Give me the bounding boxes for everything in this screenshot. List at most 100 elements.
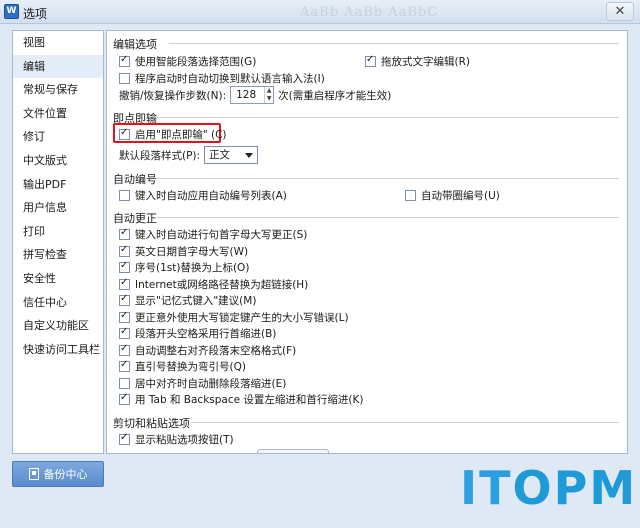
auto-correct-item[interactable]: Internet或网络路径替换为超链接(H) xyxy=(119,277,308,292)
auto-correct-checkbox[interactable] xyxy=(119,343,130,356)
section-title-edit: 编辑选项 xyxy=(113,38,157,51)
sidebar-item-chinese-layout[interactable]: 中文版式 xyxy=(13,149,103,173)
sidebar-item-user-info[interactable]: 用户信息 xyxy=(13,196,103,220)
auto-correct-label: 显示"记忆式键入"建议(M) xyxy=(135,295,257,307)
auto-correct-checkbox[interactable] xyxy=(119,293,130,306)
drag-text-option[interactable]: 拖放式文字编辑(R) xyxy=(365,54,470,69)
auto-correct-item[interactable]: 直引号替换为弯引号(Q) xyxy=(119,359,246,374)
auto-ime-label: 程序启动时自动切换到默认语言输入法(I) xyxy=(135,73,325,85)
close-button[interactable]: ✕ xyxy=(606,2,634,21)
auto-correct-label: 自动调整右对齐段落末空格格式(F) xyxy=(135,344,297,357)
sidebar-item-quick-access[interactable]: 快速访问工具栏 xyxy=(13,338,103,362)
paste-button-checkbox[interactable] xyxy=(119,432,130,445)
drag-text-checkbox[interactable] xyxy=(365,54,376,67)
auto-ime-option[interactable]: 程序启动时自动切换到默认语言输入法(I) xyxy=(119,71,325,86)
auto-list-label: 键入时自动应用自动编号列表(A) xyxy=(135,190,287,202)
sidebar-item-customize-ribbon[interactable]: 自定义功能区 xyxy=(13,314,103,338)
auto-correct-checkbox[interactable] xyxy=(119,227,130,240)
auto-correct-item[interactable]: 更正意外使用大写锁定键产生的大小写错误(L) xyxy=(119,310,349,325)
auto-correct-checkbox[interactable] xyxy=(119,244,130,257)
auto-correct-item[interactable]: 序号(1st)替换为上标(O) xyxy=(119,260,249,275)
auto-correct-label: 序号(1st)替换为上标(O) xyxy=(135,262,250,274)
auto-correct-item[interactable]: 自动调整右对齐段落末空格格式(F) xyxy=(119,343,296,358)
itopm-watermark-logo: ITOPM xyxy=(460,458,637,518)
section-divider xyxy=(157,178,619,179)
section-title-paste: 剪切和粘贴选项 xyxy=(113,417,190,430)
auto-correct-checkbox[interactable] xyxy=(119,310,130,323)
auto-correct-label: 段落开头空格采用行首缩进(B) xyxy=(135,328,277,340)
auto-correct-checkbox[interactable] xyxy=(119,377,130,389)
drag-text-label: 拖放式文字编辑(R) xyxy=(381,56,470,68)
auto-correct-label: 居中对齐时自动删除段落缩进(E) xyxy=(135,377,287,390)
logo-part-it: IT xyxy=(460,461,513,515)
circle-number-option[interactable]: 自动带圈编号(U) xyxy=(405,188,500,203)
sidebar-item-print[interactable]: 打印 xyxy=(13,220,103,244)
auto-correct-label: Internet或网络路径替换为超链接(H) xyxy=(135,278,309,291)
options-content-panel: 编辑选项 使用智能段落选择范围(G) 拖放式文字编辑(R) 程序启动时自动切换到… xyxy=(106,30,628,454)
sidebar-item-trust-center[interactable]: 信任中心 xyxy=(13,291,103,315)
sidebar-item-spelling[interactable]: 拼写检查 xyxy=(13,243,103,267)
backup-center-button[interactable]: 备份中心 xyxy=(12,461,104,487)
backup-center-label: 备份中心 xyxy=(43,468,88,481)
auto-list-checkbox[interactable] xyxy=(119,190,130,201)
auto-correct-checkbox[interactable] xyxy=(119,260,130,273)
auto-correct-label: 用 Tab 和 Backspace 设置左缩进和首行缩进(K) xyxy=(135,394,364,406)
sidebar-item-security[interactable]: 安全性 xyxy=(13,267,103,291)
smart-select-checkbox[interactable] xyxy=(119,54,130,67)
click-type-label: 启用"即点即输" (C) xyxy=(135,129,227,141)
auto-correct-item[interactable]: 显示"记忆式键入"建议(M) xyxy=(119,293,256,308)
auto-correct-label: 直引号替换为弯引号(Q) xyxy=(135,361,246,373)
section-title-auto-number: 自动编号 xyxy=(113,173,157,186)
auto-correct-checkbox[interactable] xyxy=(119,392,130,405)
circle-number-checkbox[interactable] xyxy=(405,190,416,201)
undo-steps-stepper[interactable]: ▲ ▼ xyxy=(264,87,273,103)
click-type-option[interactable]: 启用"即点即输" (C) xyxy=(119,127,227,142)
options-sidebar: 视图 编辑 常规与保存 文件位置 修订 中文版式 输出PDF 用户信息 打印 拼… xyxy=(12,30,104,454)
default-style-row: 默认段落样式(P): 正文 xyxy=(119,146,259,164)
auto-correct-item[interactable]: 段落开头空格采用行首缩进(B) xyxy=(119,326,276,341)
window-title: 选项 xyxy=(23,7,48,21)
logo-part-opm: OPM xyxy=(512,461,638,515)
smart-select-label: 使用智能段落选择范围(G) xyxy=(135,56,257,68)
sidebar-item-general-save[interactable]: 常规与保存 xyxy=(13,78,103,102)
auto-correct-item[interactable]: 键入时自动进行句首字母大写更正(S) xyxy=(119,227,307,242)
auto-correct-item[interactable]: 居中对齐时自动删除段落缩进(E) xyxy=(119,376,286,391)
title-bar: W 选项 AaBb AaBb AaBbC ✕ xyxy=(0,0,640,24)
auto-correct-label: 更正意外使用大写锁定键产生的大小写错误(L) xyxy=(135,311,349,324)
backup-icon xyxy=(28,468,39,480)
auto-correct-checkbox[interactable] xyxy=(119,326,130,339)
sidebar-item-export-pdf[interactable]: 输出PDF xyxy=(13,173,103,197)
undo-steps-label: 撤销/恢复操作步数(N): xyxy=(119,89,227,102)
section-divider xyxy=(157,217,619,218)
background-style-preview: AaBb AaBb AaBbC xyxy=(300,5,439,20)
section-divider xyxy=(191,422,619,423)
auto-correct-item[interactable]: 英文日期首字母大写(W) xyxy=(119,244,248,259)
partially-visible-control[interactable] xyxy=(257,449,329,453)
default-style-select[interactable]: 正文 xyxy=(204,146,259,164)
section-divider xyxy=(157,117,619,118)
sidebar-item-view[interactable]: 视图 xyxy=(13,31,103,55)
auto-ime-checkbox[interactable] xyxy=(119,73,130,84)
close-icon: ✕ xyxy=(614,4,626,19)
auto-list-option[interactable]: 键入时自动应用自动编号列表(A) xyxy=(119,188,287,203)
sidebar-item-file-location[interactable]: 文件位置 xyxy=(13,102,103,126)
auto-correct-checkbox[interactable] xyxy=(119,359,130,372)
auto-correct-item[interactable]: 用 Tab 和 Backspace 设置左缩进和首行缩进(K) xyxy=(119,392,364,407)
default-style-value: 正文 xyxy=(209,149,231,161)
default-style-label: 默认段落样式(P): xyxy=(119,149,201,162)
auto-correct-checkbox[interactable] xyxy=(119,277,130,290)
chevron-down-icon xyxy=(245,153,254,158)
circle-number-label: 自动带圈编号(U) xyxy=(421,190,500,202)
app-icon: W xyxy=(4,4,19,19)
undo-steps-input[interactable]: 128 ▲ ▼ xyxy=(230,86,275,104)
section-divider xyxy=(169,43,619,44)
smart-select-option[interactable]: 使用智能段落选择范围(G) xyxy=(119,54,256,69)
auto-correct-label: 英文日期首字母大写(W) xyxy=(135,245,249,258)
click-type-checkbox[interactable] xyxy=(119,127,130,140)
undo-steps-row: 撤销/恢复操作步数(N): 128 ▲ ▼ 次(需重启程序才能生效) xyxy=(119,86,391,104)
sidebar-item-revision[interactable]: 修订 xyxy=(13,125,103,149)
auto-correct-label: 键入时自动进行句首字母大写更正(S) xyxy=(135,229,308,241)
sidebar-item-edit[interactable]: 编辑 xyxy=(13,54,103,79)
paste-button-option[interactable]: 显示粘贴选项按钮(T) xyxy=(119,432,234,447)
undo-steps-note: 次(需重启程序才能生效) xyxy=(278,89,392,102)
